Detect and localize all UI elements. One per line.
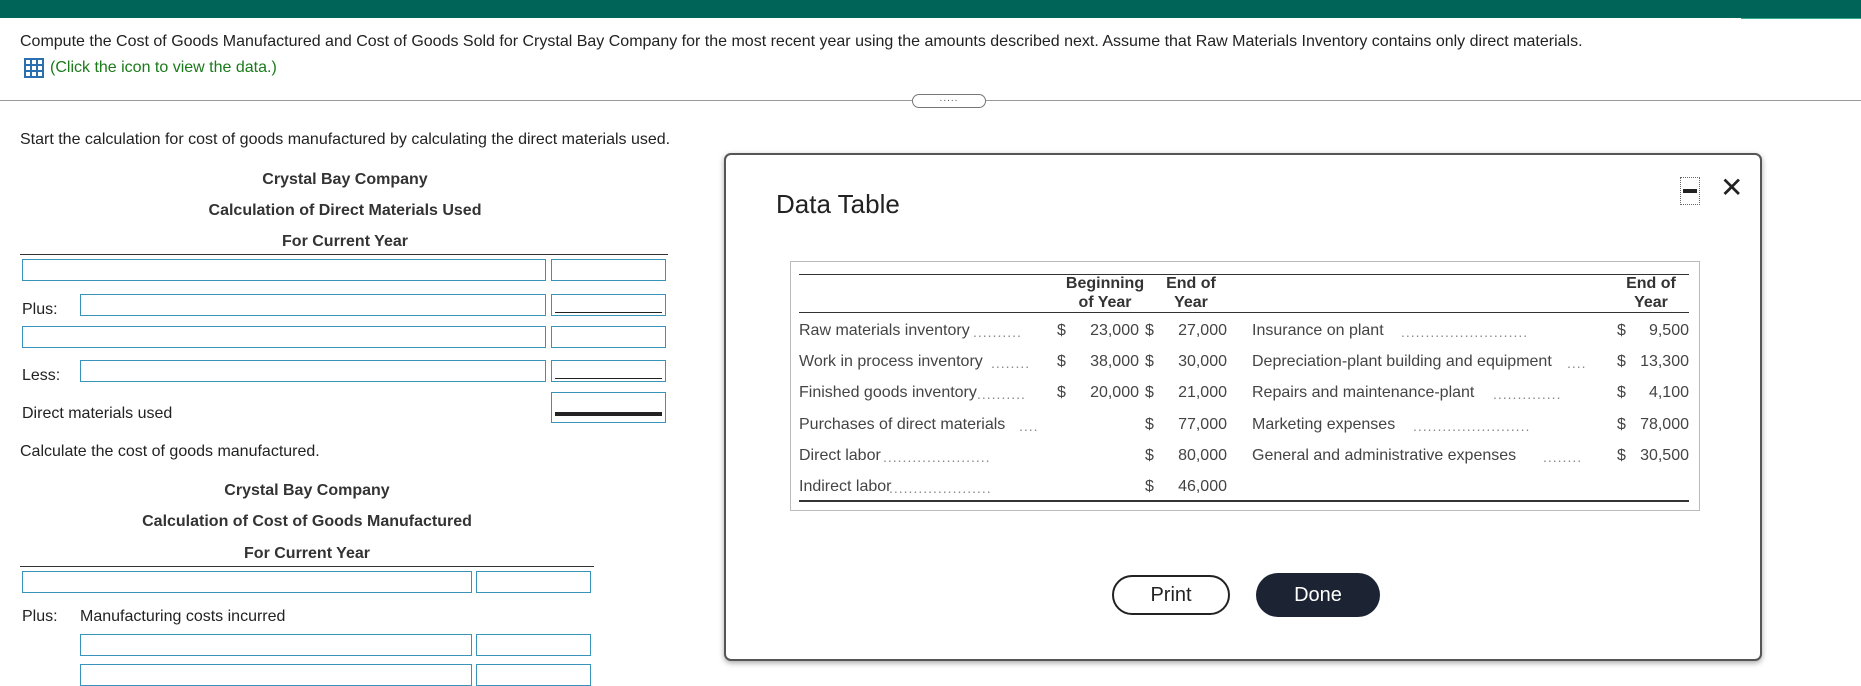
leader-dots: .... [1019, 418, 1039, 434]
leader-dots: ...................... [883, 449, 991, 465]
modal-title: Data Table [776, 189, 900, 219]
table-bottom-rule [799, 500, 1689, 502]
leader-dots: .......... [973, 324, 1022, 340]
col-header-end-right: End of Year [1611, 274, 1691, 312]
end-value: 77,000 [1178, 416, 1227, 433]
row-label: General and administrative expenses [1252, 447, 1517, 464]
end-value: 21,000 [1178, 384, 1227, 401]
schedule-period-2: For Current Year [244, 545, 370, 562]
end-value: 9,500 [1648, 322, 1689, 339]
col-header-end: End of Year [1151, 274, 1231, 312]
company-name-2: Crystal Bay Company [224, 482, 390, 499]
top-bar-right-strip [1741, 0, 1861, 19]
dm-row1-label-input[interactable] [22, 259, 546, 281]
cogm-mfg-row2-label-input[interactable] [80, 664, 472, 686]
col-header-beginning-line1: Beginning [1065, 275, 1145, 292]
end-value: 27,000 [1178, 322, 1227, 339]
schedule-title-1: Calculation of Direct Materials Used [208, 202, 482, 219]
leader-dots: .............. [1493, 386, 1562, 402]
cogm-mfg-row2-amount-input[interactable] [476, 664, 591, 686]
end-value: 78,000 [1640, 416, 1689, 433]
data-table-modal: Data Table ✕ Beginning of Year End of Ye… [724, 153, 1762, 661]
row-label: Insurance on plant [1252, 322, 1384, 339]
direct-materials-used-label: Direct materials used [22, 405, 173, 422]
col-header-end-line1: End of [1166, 275, 1216, 292]
schedule-period-1: For Current Year [282, 233, 408, 250]
print-button[interactable]: Print [1112, 575, 1230, 615]
row-label: Marketing expenses [1252, 416, 1396, 433]
leader-dots: .......................... [1401, 324, 1529, 340]
row-label: Repairs and maintenance-plant [1252, 384, 1475, 401]
cogm-mfg-row1-amount-input[interactable] [476, 634, 591, 656]
view-data-link-text[interactable]: (Click the icon to view the data.) [50, 59, 277, 77]
row-label: Indirect labor [799, 478, 892, 495]
leader-dots: ........ [1543, 449, 1583, 465]
done-button[interactable]: Done [1256, 573, 1380, 617]
plus-label-2: Plus: [22, 608, 58, 625]
manufacturing-costs-incurred-label: Manufacturing costs incurred [80, 608, 286, 625]
problem-prompt: Compute the Cost of Goods Manufactured a… [20, 33, 1583, 50]
end-value: 80,000 [1178, 447, 1227, 464]
dm-total-amount-input[interactable] [551, 392, 666, 423]
row-label: Depreciation-plant building and equipmen… [1252, 353, 1552, 370]
col-header-end-right-line2: Year [1634, 294, 1668, 311]
double-rule-total [555, 412, 662, 416]
instruction-direct-materials: Start the calculation for cost of goods … [20, 131, 671, 148]
table-grid-icon[interactable] [24, 58, 44, 78]
end-value: 46,000 [1178, 478, 1227, 495]
data-table: Beginning of Year End of Year End of Yea… [790, 261, 1700, 511]
end-value: 4,100 [1648, 384, 1689, 401]
header-rule-2 [20, 566, 594, 567]
row-label: Purchases of direct materials [799, 416, 1006, 433]
leader-dots: ........................ [1413, 418, 1531, 434]
dm-subtotal-label-input[interactable] [22, 326, 546, 348]
currency-symbol: $ [1617, 353, 1626, 370]
collapse-handle[interactable]: ..... [912, 94, 986, 108]
end-value: 30,000 [1178, 353, 1227, 370]
row-label: Direct labor [799, 447, 881, 464]
row-label: Raw materials inventory [799, 322, 970, 339]
col-header-beginning: Beginning of Year [1055, 274, 1155, 312]
col-header-end-line2: Year [1174, 294, 1208, 311]
top-bar [0, 0, 1861, 19]
currency-symbol: $ [1617, 384, 1626, 401]
dm-plus-label-input[interactable] [80, 294, 546, 316]
subtotal-rule-2 [555, 378, 662, 379]
row-label: Work in process inventory [799, 353, 983, 370]
col-header-beginning-line2: of Year [1078, 294, 1132, 311]
subtotal-rule-1 [555, 312, 662, 313]
dm-less-label-input[interactable] [80, 360, 546, 382]
row-label: Finished goods inventory [799, 384, 977, 401]
close-icon[interactable]: ✕ [1720, 173, 1743, 203]
leader-dots: .......... [977, 386, 1026, 402]
cogm-row1-amount-input[interactable] [476, 571, 591, 593]
less-label-1: Less: [22, 367, 61, 384]
currency-symbol: $ [1617, 322, 1626, 339]
minimize-icon[interactable] [1680, 177, 1700, 205]
dm-row1-amount-input[interactable] [551, 259, 666, 281]
currency-symbol: $ [1617, 447, 1626, 464]
header-bottom-rule [799, 312, 1689, 313]
schedule-title-2: Calculation of Cost of Goods Manufacture… [142, 513, 472, 530]
currency-symbol: $ [1617, 416, 1626, 433]
leader-dots: .... [1567, 355, 1587, 371]
cogm-mfg-row1-label-input[interactable] [80, 634, 472, 656]
header-rule-1 [20, 254, 668, 255]
plus-label-1: Plus: [22, 301, 58, 318]
end-value: 13,300 [1640, 353, 1689, 370]
view-data-link[interactable]: (Click the icon to view the data.) [24, 58, 277, 78]
table-top-rule [799, 274, 1689, 275]
cogm-row1-label-input[interactable] [22, 571, 472, 593]
dm-subtotal-amount-input[interactable] [551, 326, 666, 348]
instruction-cogm: Calculate the cost of goods manufactured… [20, 443, 320, 460]
col-header-end-right-line1: End of [1626, 275, 1676, 292]
company-name-1: Crystal Bay Company [262, 171, 428, 188]
leader-dots: ..................... [889, 480, 992, 496]
end-value: 30,500 [1640, 447, 1689, 464]
